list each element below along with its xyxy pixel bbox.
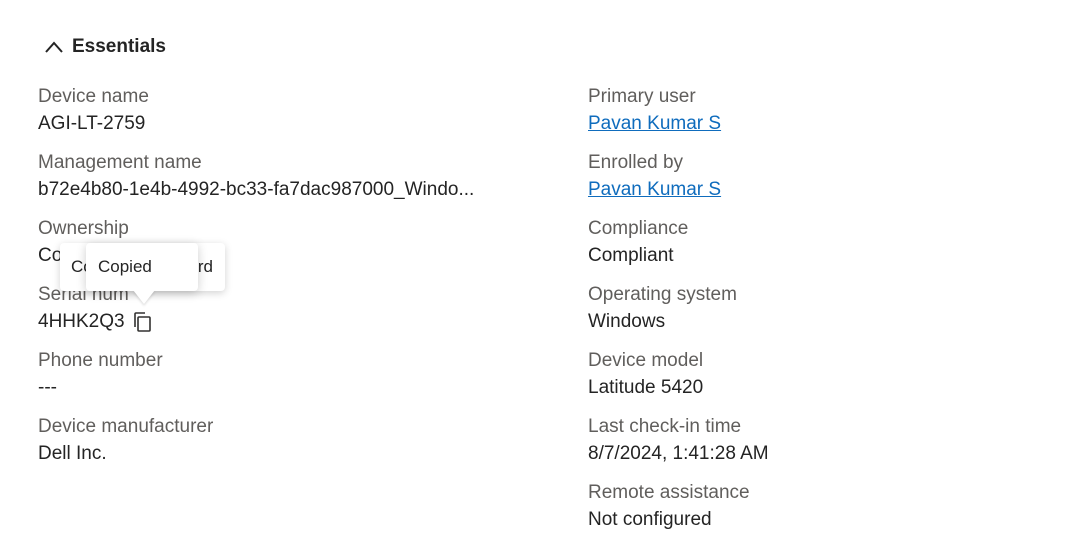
remote-assistance-field: Remote assistance Not configured bbox=[588, 481, 750, 532]
copied-tooltip-text: Copied bbox=[98, 257, 152, 276]
last-checkin-label: Last check-in time bbox=[588, 416, 742, 437]
device-name-field: Device name AGI-LT-2759 bbox=[38, 85, 149, 136]
copy-icon bbox=[133, 312, 151, 332]
essentials-toggle[interactable]: Essentials bbox=[44, 36, 166, 58]
copy-button[interactable] bbox=[133, 311, 153, 333]
enrolled-by-label: Enrolled by bbox=[588, 152, 684, 173]
device-name-value: AGI-LT-2759 bbox=[38, 113, 146, 134]
phone-number-label: Phone number bbox=[38, 350, 163, 371]
device-model-label: Device model bbox=[588, 350, 704, 371]
device-manufacturer-field: Device manufacturer Dell Inc. bbox=[38, 415, 213, 466]
phone-number-field: Phone number --- bbox=[38, 349, 163, 400]
device-name-label: Device name bbox=[38, 86, 149, 107]
phone-number-value: --- bbox=[38, 377, 57, 398]
management-name-value: b72e4b80-1e4b-4992-bc33-fa7dac987000_Win… bbox=[38, 179, 475, 200]
tooltip-back-right-text: rd bbox=[197, 257, 213, 276]
operating-system-label: Operating system bbox=[588, 284, 737, 305]
ownership-label: Ownership bbox=[38, 218, 129, 239]
compliance-label: Compliance bbox=[588, 218, 689, 239]
tooltip-arrow bbox=[133, 290, 155, 304]
management-name-field: Management name b72e4b80-1e4b-4992-bc33-… bbox=[38, 151, 474, 202]
section-title: Essentials bbox=[72, 36, 166, 57]
enrolled-by-field: Enrolled by Pavan Kumar S bbox=[588, 151, 721, 202]
device-manufacturer-label: Device manufacturer bbox=[38, 416, 214, 437]
primary-user-field: Primary user Pavan Kumar S bbox=[588, 85, 721, 136]
chevron-up-icon bbox=[45, 41, 63, 53]
remote-assistance-label: Remote assistance bbox=[588, 482, 750, 503]
compliance-value: Compliant bbox=[588, 245, 674, 266]
enrolled-by-link[interactable]: Pavan Kumar S bbox=[588, 179, 721, 200]
serial-number-value: 4HHK2Q3 bbox=[38, 311, 125, 332]
last-checkin-field: Last check-in time 8/7/2024, 1:41:28 AM bbox=[588, 415, 769, 466]
compliance-field: Compliance Compliant bbox=[588, 217, 688, 268]
device-manufacturer-value: Dell Inc. bbox=[38, 443, 107, 464]
operating-system-value: Windows bbox=[588, 311, 666, 332]
copied-tooltip: Copied bbox=[86, 243, 198, 291]
last-checkin-value: 8/7/2024, 1:41:28 AM bbox=[588, 443, 769, 464]
primary-user-link[interactable]: Pavan Kumar S bbox=[588, 113, 721, 134]
operating-system-field: Operating system Windows bbox=[588, 283, 737, 334]
remote-assistance-value: Not configured bbox=[588, 509, 712, 530]
management-name-label: Management name bbox=[38, 152, 202, 173]
device-model-value: Latitude 5420 bbox=[588, 377, 704, 398]
primary-user-label: Primary user bbox=[588, 86, 696, 107]
device-model-field: Device model Latitude 5420 bbox=[588, 349, 703, 400]
